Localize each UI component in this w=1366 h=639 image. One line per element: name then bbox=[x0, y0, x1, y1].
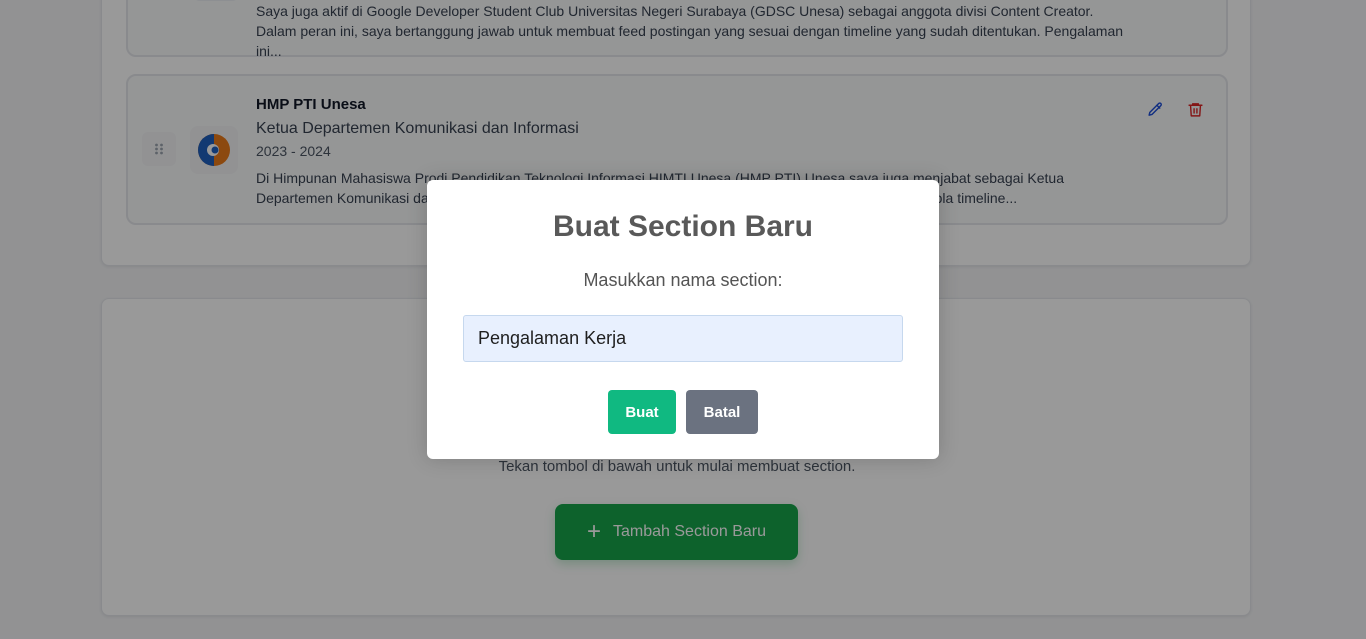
dialog-label: Masukkan nama section: bbox=[583, 270, 783, 290]
create-section-dialog: Buat Section Baru Masukkan nama section:… bbox=[427, 180, 939, 459]
cancel-button[interactable]: Batal bbox=[686, 390, 758, 434]
page: Saya juga aktif di Google Developer Stud… bbox=[0, 0, 1366, 639]
section-name-input[interactable] bbox=[463, 315, 903, 362]
dialog-title: Buat Section Baru bbox=[552, 210, 814, 243]
confirm-button[interactable]: Buat bbox=[608, 390, 676, 434]
